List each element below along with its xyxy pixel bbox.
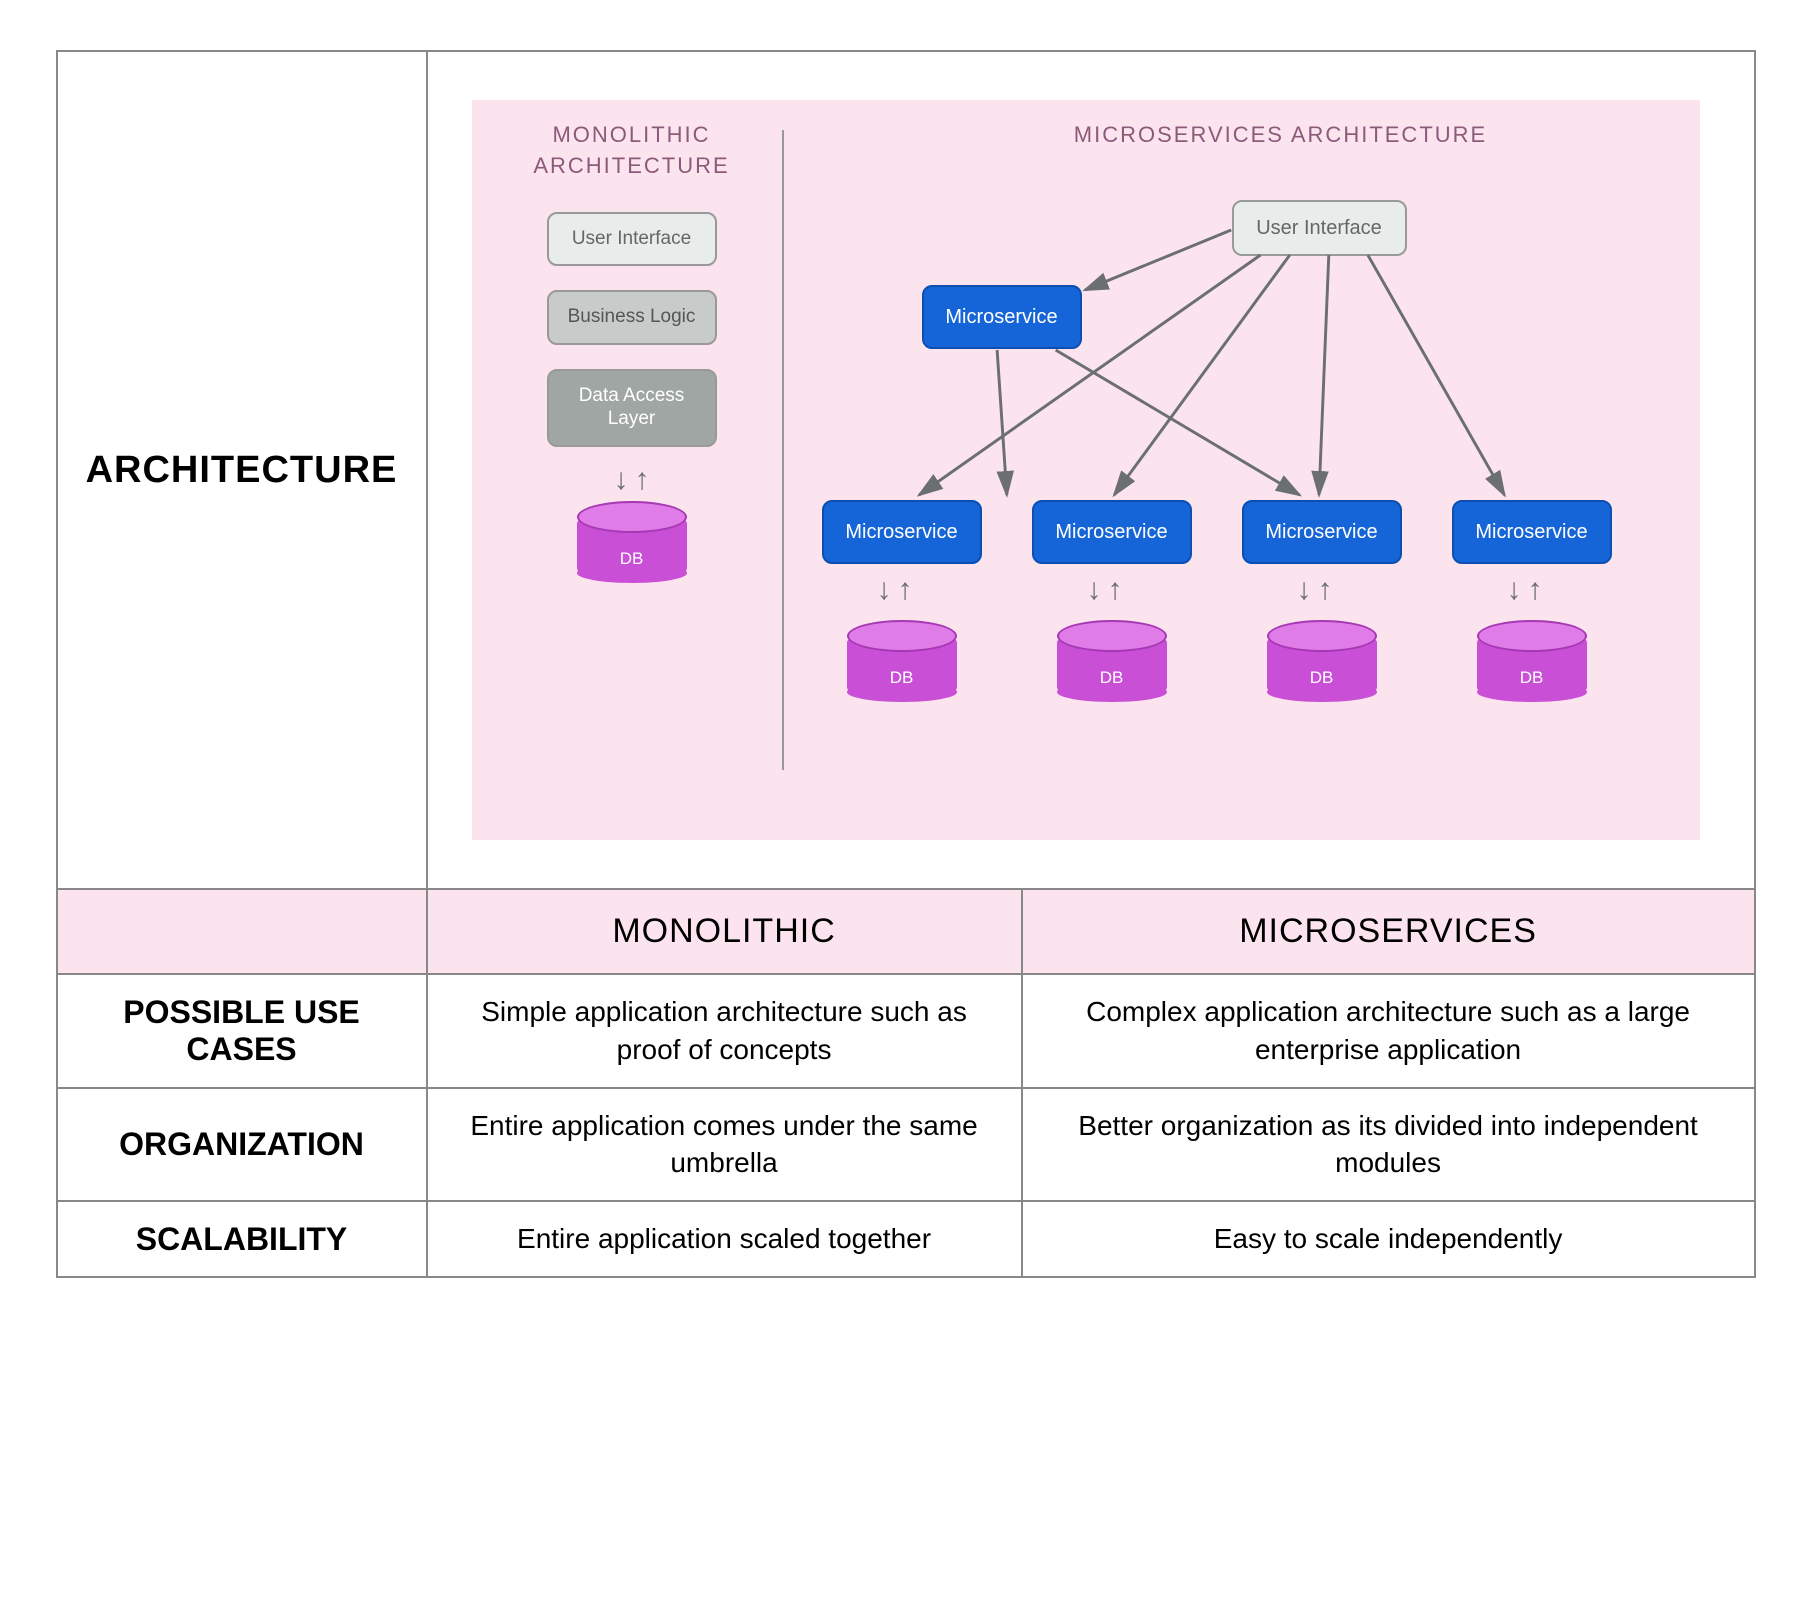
- up-down-arrows-icon: ↓↑: [502, 465, 762, 495]
- db-label: DB: [577, 549, 687, 569]
- architecture-row-label: ARCHITECTURE: [57, 51, 427, 889]
- microservice-block: Microservice: [822, 500, 982, 564]
- up-down-arrows-icon: ↓↑: [1297, 575, 1333, 605]
- up-down-arrows-icon: ↓↑: [1507, 575, 1543, 605]
- comparison-table: ARCHITECTURE MONOLITHIC ARCHITECTURE Use…: [56, 50, 1756, 1278]
- architecture-row: ARCHITECTURE MONOLITHIC ARCHITECTURE Use…: [57, 51, 1755, 889]
- row-label: POSSIBLE USE CASES: [57, 974, 427, 1088]
- microservices-title: MICROSERVICES ARCHITECTURE: [882, 120, 1680, 151]
- mono-bl-block: Business Logic: [547, 290, 717, 345]
- cell-microservices: Complex application architecture such as…: [1022, 974, 1755, 1088]
- architecture-diagram: MONOLITHIC ARCHITECTURE User Interface B…: [472, 100, 1700, 840]
- header-empty: [57, 889, 427, 974]
- microservice-block: Microservice: [1242, 500, 1402, 564]
- comparison-figure: ARCHITECTURE MONOLITHIC ARCHITECTURE Use…: [56, 50, 1756, 1278]
- monolithic-column: MONOLITHIC ARCHITECTURE User Interface B…: [502, 120, 762, 581]
- header-monolithic: MONOLITHIC: [427, 889, 1022, 974]
- micro-db: DB: [1477, 630, 1587, 700]
- cell-microservices: Better organization as its divided into …: [1022, 1088, 1755, 1202]
- micro-db: DB: [1267, 630, 1377, 700]
- row-label: SCALABILITY: [57, 1201, 427, 1277]
- micro-ui-block: User Interface: [1232, 200, 1407, 256]
- up-down-arrows-icon: ↓↑: [1087, 575, 1123, 605]
- micro-db: DB: [847, 630, 957, 700]
- mono-ui-block: User Interface: [547, 212, 717, 267]
- cell-monolithic: Simple application architecture such as …: [427, 974, 1022, 1088]
- mono-db: DB: [577, 511, 687, 581]
- row-label: ORGANIZATION: [57, 1088, 427, 1202]
- microservices-column: MICROSERVICES ARCHITECTURE User Interfac…: [802, 120, 1680, 820]
- table-row: SCALABILITY Entire application scaled to…: [57, 1201, 1755, 1277]
- monolithic-title: MONOLITHIC ARCHITECTURE: [502, 120, 762, 182]
- micro-db: DB: [1057, 630, 1167, 700]
- table-row: ORGANIZATION Entire application comes un…: [57, 1088, 1755, 1202]
- cell-microservices: Easy to scale independently: [1022, 1201, 1755, 1277]
- cell-monolithic: Entire application comes under the same …: [427, 1088, 1022, 1202]
- header-microservices: MICROSERVICES: [1022, 889, 1755, 974]
- table-row: POSSIBLE USE CASES Simple application ar…: [57, 974, 1755, 1088]
- architecture-diagram-cell: MONOLITHIC ARCHITECTURE User Interface B…: [427, 51, 1755, 889]
- mono-dal-block: Data Access Layer: [547, 369, 717, 447]
- up-down-arrows-icon: ↓↑: [877, 575, 913, 605]
- microservice-block: Microservice: [1032, 500, 1192, 564]
- microservice-block: Microservice: [1452, 500, 1612, 564]
- column-header-row: MONOLITHIC MICROSERVICES: [57, 889, 1755, 974]
- vertical-divider: [782, 130, 784, 770]
- cell-monolithic: Entire application scaled together: [427, 1201, 1022, 1277]
- microservice-block: Microservice: [922, 285, 1082, 349]
